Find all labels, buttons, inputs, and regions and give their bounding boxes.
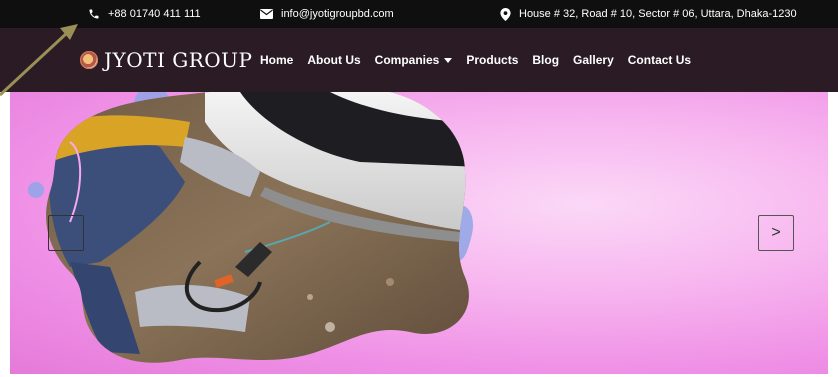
decor-dot	[28, 182, 44, 198]
nav-about-us-label: About Us	[307, 53, 361, 67]
brand-logo[interactable]: JYOTI GROUP	[80, 48, 252, 72]
address-contact: House # 32, Road # 10, Sector # 06, Utta…	[500, 0, 797, 28]
chevron-right-icon: >	[771, 224, 781, 241]
slider-prev-button[interactable]	[48, 215, 84, 251]
nav-products[interactable]: Products	[466, 53, 518, 67]
slider-next-button[interactable]: >	[758, 215, 794, 251]
phone-number: +88 01740 411 111	[108, 8, 201, 20]
envelope-icon	[260, 9, 273, 19]
nav-companies-label: Companies	[374, 53, 440, 67]
nav-contact-us[interactable]: Contact Us	[628, 53, 691, 67]
nav-blog[interactable]: Blog	[532, 53, 559, 67]
hero-blob-image	[28, 92, 474, 363]
nav-contact-us-label: Contact Us	[627, 53, 692, 67]
nav-about-us[interactable]: About Us	[307, 53, 360, 67]
nav-gallery[interactable]: Gallery	[573, 53, 614, 67]
map-pin-icon	[500, 7, 511, 21]
primary-nav: Home About Us Companies Products Blog Ga…	[260, 28, 691, 92]
nav-products-label: Products	[466, 53, 519, 67]
brand-name: JYOTI GROUP	[104, 48, 253, 72]
nav-blog-label: Blog	[532, 53, 560, 67]
phone-contact[interactable]: +88 01740 411 111	[88, 0, 201, 28]
main-navbar: JYOTI GROUP Home About Us Companies Prod…	[0, 28, 838, 92]
top-contact-bar: +88 01740 411 111 info@jyotigroupbd.com …	[0, 0, 838, 28]
email-address: info@jyotigroupbd.com	[281, 8, 394, 20]
nav-home-label: Home	[260, 53, 294, 67]
phone-icon	[89, 9, 99, 19]
nav-home[interactable]: Home	[260, 53, 293, 67]
nav-gallery-label: Gallery	[573, 53, 614, 67]
nav-companies[interactable]: Companies	[375, 53, 453, 67]
caret-down-icon	[444, 57, 453, 63]
logo-emblem-icon	[80, 51, 98, 69]
hero-slider: >	[10, 92, 828, 374]
email-contact[interactable]: info@jyotigroupbd.com	[260, 0, 394, 28]
office-address: House # 32, Road # 10, Sector # 06, Utta…	[519, 8, 797, 20]
